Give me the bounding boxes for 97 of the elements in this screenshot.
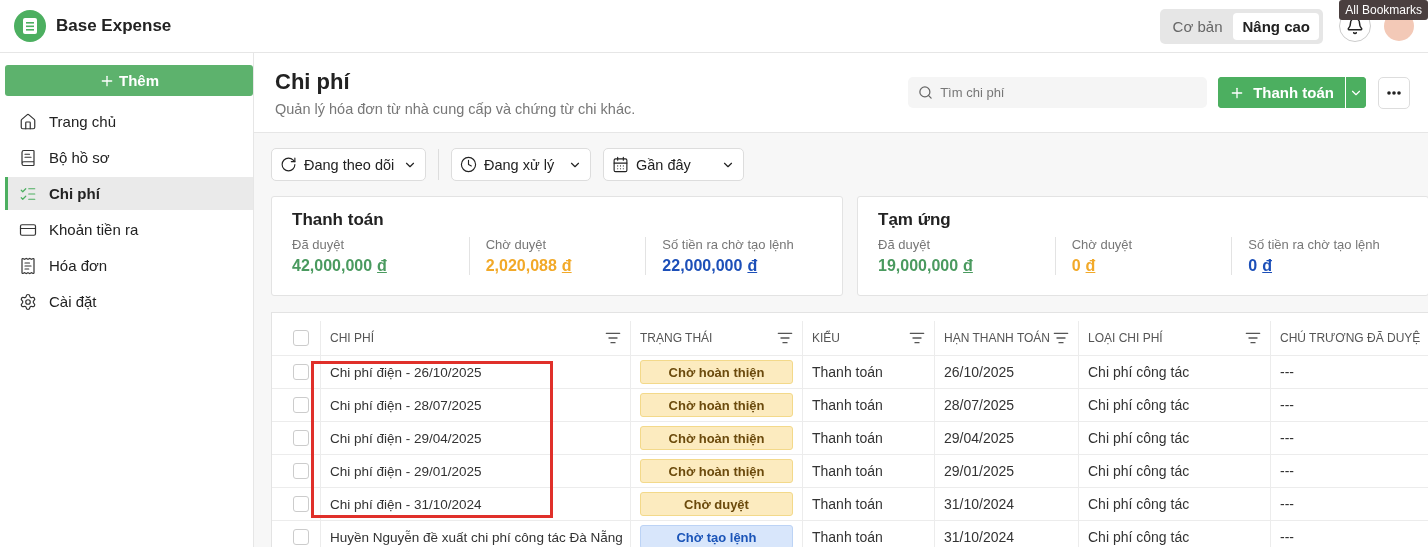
stat-value: 19,000,000 đ [878, 257, 974, 275]
page-title: Chi phí [275, 68, 351, 95]
stat-label: Chờ duyệt [1071, 237, 1134, 252]
table-cell: 31/10/2024 [934, 488, 1078, 520]
refresh-icon [280, 156, 297, 173]
table-cell: Thanh toán [802, 488, 934, 520]
column-header: LOẠI CHI PHÍ [1088, 331, 1163, 345]
stat-value: 22,000,000 đ [662, 257, 759, 275]
table-cell: --- [1270, 422, 1428, 454]
sidebar-item[interactable]: Chi phí [5, 177, 253, 210]
filter-icon[interactable] [909, 330, 925, 346]
stat-value: 0 đ [1248, 257, 1273, 275]
app-name: Base Expense [56, 16, 172, 36]
table-cell: Thanh toán [802, 422, 934, 454]
table-cell: 28/07/2025 [934, 389, 1078, 421]
sidebar-item[interactable]: Khoản tiền ra [5, 213, 253, 246]
stat-value: 0 đ [1071, 257, 1097, 275]
stat-label: Đã duyệt [878, 237, 932, 252]
table-cell: --- [1270, 488, 1428, 520]
column-header: TRẠNG THÁI [640, 331, 713, 345]
more-button[interactable] [1378, 76, 1410, 109]
stat-label: Số tiền ra chờ tạo lệnh [662, 237, 795, 252]
mode-tab[interactable]: Cơ bản [1163, 12, 1232, 40]
table-cell: Chi phí công tác [1078, 422, 1270, 454]
page-subtitle: Quản lý hóa đơn từ nhà cung cấp và chứng từ chi khác. [275, 100, 636, 117]
filter-dropdown[interactable]: Đang theo dõi [271, 148, 426, 181]
table-cell: Thanh toán [802, 389, 934, 421]
table-cell: Thanh toán [802, 455, 934, 487]
stat-label: Chờ duyệt [485, 237, 548, 252]
filter-icon[interactable] [605, 330, 621, 346]
row-checkbox[interactable] [293, 397, 309, 413]
clock-icon [460, 156, 477, 173]
row-checkbox[interactable] [293, 463, 309, 479]
stat-label: Số tiền ra chờ tạo lệnh [1248, 237, 1381, 252]
table-cell: 29/04/2025 [934, 422, 1078, 454]
sidebar-item[interactable]: Hóa đơn [5, 249, 253, 282]
table-cell: Chi phí công tác [1078, 389, 1270, 421]
status-badge: Chờ duyệt [640, 492, 793, 516]
column-header: HẠN THANH TOÁN [944, 331, 1051, 345]
filter-icon[interactable] [777, 330, 793, 346]
row-checkbox[interactable] [293, 496, 309, 512]
card-title: Tạm ứng [878, 210, 952, 230]
filter-icon[interactable] [1053, 330, 1069, 346]
stat-value: 2,020,088 đ [485, 257, 573, 275]
stat-label: Đã duyệt [292, 237, 346, 252]
table-cell: Chi phí điện - 28/07/2025 [330, 397, 482, 413]
status-badge: Chờ tạo lệnh [640, 525, 793, 547]
row-checkbox[interactable] [293, 364, 309, 380]
table-cell: Huyền Nguyễn đề xuất chi phí công tác Đà Nẵng [330, 529, 623, 545]
mode-tab[interactable]: Nâng cao [1233, 12, 1319, 40]
table-cell: Thanh toán [802, 521, 934, 547]
more-icon [1387, 90, 1401, 95]
table-cell: --- [1270, 356, 1428, 388]
table-cell: 26/10/2025 [934, 356, 1078, 388]
column-header: CHÚ TRƯƠNG ĐÃ DUYỆ [1280, 331, 1421, 345]
row-checkbox[interactable] [293, 430, 309, 446]
calendar-icon [612, 156, 629, 173]
table-cell: 31/10/2024 [934, 521, 1078, 547]
home-icon [19, 112, 37, 131]
table-cell: Chi phí công tác [1078, 455, 1270, 487]
stat-value: 42,000,000 đ [292, 257, 388, 275]
table-cell: Chi phí điện - 26/10/2025 [330, 364, 482, 380]
status-badge: Chờ hoàn thiện [640, 426, 793, 450]
app-logo-icon [14, 10, 46, 42]
status-badge: Chờ hoàn thiện [640, 393, 793, 417]
table-cell: Chi phí điện - 31/10/2024 [330, 496, 482, 512]
card-title: Thanh toán [292, 210, 385, 230]
status-badge: Chờ hoàn thiện [640, 459, 793, 483]
table-cell: Chi phí điện - 29/01/2025 [330, 463, 482, 479]
table-cell: 29/01/2025 [934, 455, 1078, 487]
settings-icon [19, 292, 37, 311]
table-cell: Chi phí công tác [1078, 488, 1270, 520]
filter-icon[interactable] [1245, 330, 1261, 346]
sidebar-item[interactable]: Bộ hồ sơ [5, 141, 253, 174]
table-cell: Chi phí công tác [1078, 521, 1270, 547]
select-all-checkbox[interactable] [293, 330, 309, 346]
filter-dropdown[interactable]: Đang xử lý [451, 148, 591, 181]
receipt-icon [19, 256, 37, 275]
table-cell: Chi phí công tác [1078, 356, 1270, 388]
row-checkbox[interactable] [293, 529, 309, 545]
column-header: CHI PHÍ [330, 331, 374, 345]
search-field[interactable]: Tìm chi phí [908, 77, 1208, 108]
table-cell: Thanh toán [802, 356, 934, 388]
table-cell: --- [1270, 521, 1428, 547]
filter-dropdown[interactable]: Gần đây [603, 148, 744, 181]
search-icon [918, 85, 934, 100]
table-cell: Chi phí điện - 29/04/2025 [330, 430, 482, 446]
column-header: KIỂU [812, 331, 840, 345]
book-icon [19, 148, 37, 167]
dropdown-button[interactable] [1345, 77, 1366, 108]
table-cell: --- [1270, 389, 1428, 421]
status-badge: Chờ hoàn thiện [640, 360, 793, 384]
bell-icon [1346, 17, 1364, 35]
sidebar-item[interactable]: Cài đặt [5, 285, 253, 318]
tooltip: All Bookmarks [1339, 0, 1428, 20]
table-cell: --- [1270, 455, 1428, 487]
sidebar-item[interactable]: Trang chủ [5, 105, 253, 138]
